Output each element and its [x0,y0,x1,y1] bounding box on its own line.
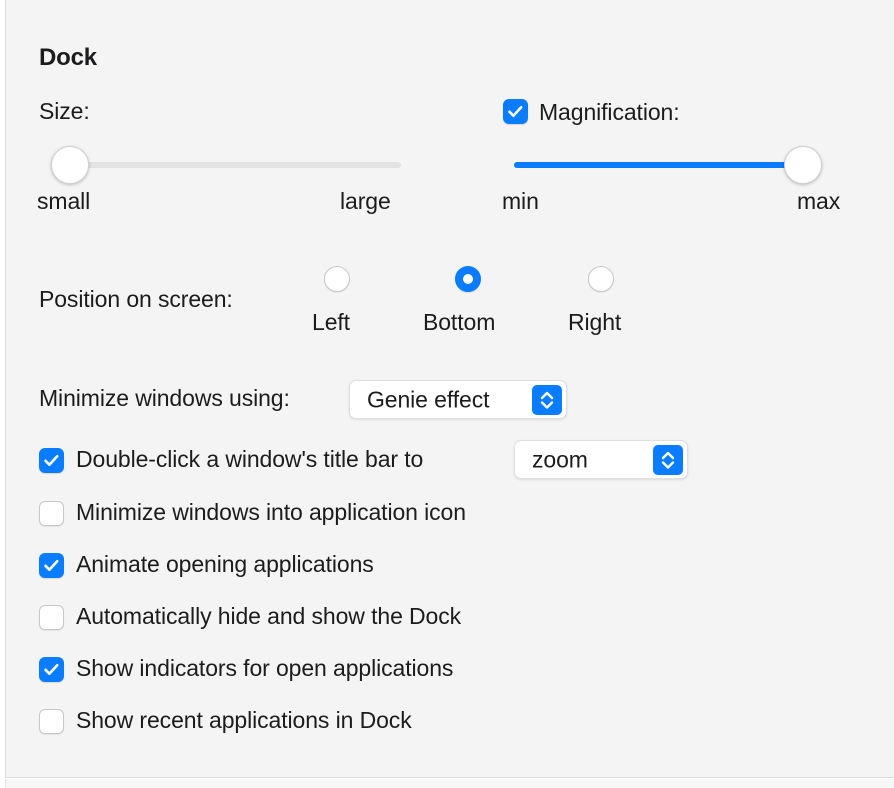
checkbox-label: Show recent applications in Dock [76,707,412,734]
checkbox-label: Show indicators for open applications [76,655,453,682]
checkbox-label: Animate opening applications [76,551,374,578]
slider-thumb[interactable] [784,146,822,184]
slider-track[interactable] [51,162,401,168]
checkmark-icon [40,658,63,681]
pane-footer [5,779,894,788]
dock-preferences-pane: Dock Size: small large Magnification: mi… [5,0,894,778]
radio-position-right[interactable] [588,266,614,292]
show-recent-apps-checkbox[interactable] [39,709,64,734]
magnification-max-label: max [797,188,840,215]
double-click-checkbox[interactable] [39,448,64,473]
minimize-using-label: Minimize windows using: [39,385,290,412]
checkbox-label: Minimize windows into application icon [76,499,466,526]
minimize-into-icon-checkbox[interactable] [39,501,64,526]
animate-opening-checkbox[interactable] [39,553,64,578]
magnification-label: Magnification: [539,99,680,126]
magnification-min-label: min [502,188,539,215]
checkmark-icon [40,449,63,472]
chevron-up-down-icon [532,385,562,415]
radio-label-right[interactable]: Right [568,309,621,336]
show-indicators-checkbox[interactable] [39,657,64,682]
radio-position-bottom[interactable] [455,266,481,292]
auto-hide-dock-checkbox[interactable] [39,605,64,630]
position-on-screen-label: Position on screen: [39,286,233,313]
page-title: Dock [39,44,97,72]
radio-position-left[interactable] [324,266,350,292]
slider-thumb[interactable] [51,146,89,184]
checkbox-label: Automatically hide and show the Dock [76,603,461,630]
slider-track-fill [514,162,798,168]
radio-label-left[interactable]: Left [312,309,350,336]
double-click-action-value: zoom [532,446,588,473]
chevron-up-down-icon [653,445,683,475]
size-label: Size: [39,98,90,125]
dock-size-slider[interactable] [51,145,401,185]
double-click-label: Double-click a window's title bar to [76,446,423,473]
minimize-effect-value: Genie effect [367,386,489,413]
size-min-label: small [37,188,90,215]
minimize-effect-popup-button[interactable]: Genie effect [349,380,567,419]
radio-label-bottom[interactable]: Bottom [423,309,495,336]
double-click-action-popup-button[interactable]: zoom [514,440,688,479]
checkmark-icon [504,100,527,123]
magnification-checkbox[interactable] [503,99,528,124]
magnification-slider[interactable] [514,145,822,185]
checkmark-icon [40,554,63,577]
size-max-label: large [340,188,391,215]
